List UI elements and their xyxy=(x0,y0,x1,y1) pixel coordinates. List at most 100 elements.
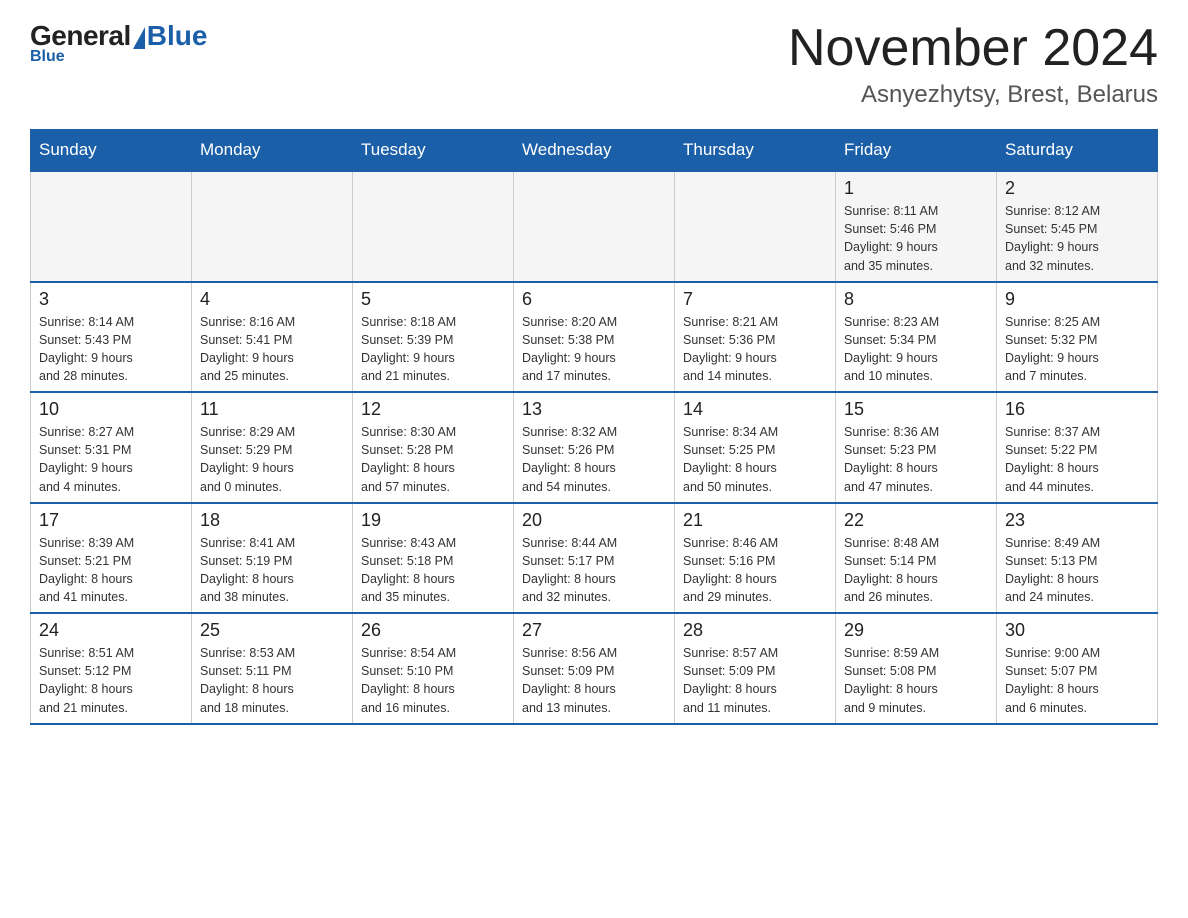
day-number: 9 xyxy=(1005,289,1149,310)
day-number: 18 xyxy=(200,510,344,531)
calendar-cell: 24Sunrise: 8:51 AMSunset: 5:12 PMDayligh… xyxy=(31,613,192,724)
weekday-header-friday: Friday xyxy=(836,130,997,172)
day-info: Sunrise: 8:48 AMSunset: 5:14 PMDaylight:… xyxy=(844,534,988,607)
weekday-header-wednesday: Wednesday xyxy=(514,130,675,172)
calendar-cell: 12 Sunrise: 8:30 AMSunset: 5:28 PMDayligh… xyxy=(353,392,514,503)
day-info: Sunrise: 8:43 AMSunset: 5:18 PMDaylight:… xyxy=(361,534,505,607)
weekday-header-row: SundayMondayTuesdayWednesdayThursdayFrid… xyxy=(31,130,1158,172)
day-number: 7 xyxy=(683,289,827,310)
calendar-cell: 18 Sunrise: 8:41 AMSunset: 5:19 PMDayligh… xyxy=(192,503,353,614)
logo-underline: Blue xyxy=(30,48,65,66)
calendar-cell: 13 Sunrise: 8:32 AMSunset: 5:26 PMDayligh… xyxy=(514,392,675,503)
calendar-cell: 7 Sunrise: 8:21 AMSunset: 5:36 PMDaylight… xyxy=(675,282,836,393)
week-row-1: 1Sunrise: 8:11 AMSunset: 5:46 PMDaylight… xyxy=(31,171,1158,282)
calendar-cell: 27 Sunrise: 8:56 AMSunset: 5:09 PMDayligh… xyxy=(514,613,675,724)
weekday-header-thursday: Thursday xyxy=(675,130,836,172)
day-number: 11 xyxy=(200,399,344,420)
calendar-cell: 14 Sunrise: 8:34 AMSunset: 5:25 PMDayligh… xyxy=(675,392,836,503)
day-info: Sunrise: 8:12 AMSunset: 5:45 PMDaylight:… xyxy=(1005,202,1149,275)
calendar-cell: 6 Sunrise: 8:20 AMSunset: 5:38 PMDaylight… xyxy=(514,282,675,393)
day-number: 13 xyxy=(522,399,666,420)
calendar-cell: 25 Sunrise: 8:53 AMSunset: 5:11 PMDayligh… xyxy=(192,613,353,724)
day-number: 19 xyxy=(361,510,505,531)
calendar-cell: 26 Sunrise: 8:54 AMSunset: 5:10 PMDayligh… xyxy=(353,613,514,724)
main-title: November 2024 xyxy=(788,20,1158,77)
week-row-3: 10 Sunrise: 8:27 AMSunset: 5:31 PMDayligh… xyxy=(31,392,1158,503)
calendar-cell: 17 Sunrise: 8:39 AMSunset: 5:21 PMDayligh… xyxy=(31,503,192,614)
day-number: 14 xyxy=(683,399,827,420)
day-info: Sunrise: 8:23 AMSunset: 5:34 PMDaylight:… xyxy=(844,313,988,386)
day-number: 17 xyxy=(39,510,183,531)
day-info: Sunrise: 8:20 AMSunset: 5:38 PMDaylight:… xyxy=(522,313,666,386)
day-info: Sunrise: 8:49 AMSunset: 5:13 PMDaylight:… xyxy=(1005,534,1149,607)
day-info: Sunrise: 8:46 AMSunset: 5:16 PMDaylight:… xyxy=(683,534,827,607)
day-number: 28 xyxy=(683,620,827,641)
day-number: 26 xyxy=(361,620,505,641)
weekday-header-sunday: Sunday xyxy=(31,130,192,172)
day-info: Sunrise: 8:36 AMSunset: 5:23 PMDaylight:… xyxy=(844,423,988,496)
week-row-2: 3Sunrise: 8:14 AMSunset: 5:43 PMDaylight… xyxy=(31,282,1158,393)
calendar-cell xyxy=(31,171,192,282)
calendar-cell: 21 Sunrise: 8:46 AMSunset: 5:16 PMDayligh… xyxy=(675,503,836,614)
day-info: Sunrise: 8:14 AMSunset: 5:43 PMDaylight:… xyxy=(39,313,183,386)
calendar-cell: 5Sunrise: 8:18 AMSunset: 5:39 PMDaylight… xyxy=(353,282,514,393)
calendar-cell: 20Sunrise: 8:44 AMSunset: 5:17 PMDayligh… xyxy=(514,503,675,614)
page-header: General Blue Blue November 2024 Asnyezhy… xyxy=(30,20,1158,109)
day-number: 23 xyxy=(1005,510,1149,531)
calendar-cell xyxy=(353,171,514,282)
calendar-cell: 28Sunrise: 8:57 AMSunset: 5:09 PMDayligh… xyxy=(675,613,836,724)
calendar-cell xyxy=(514,171,675,282)
calendar-cell: 16Sunrise: 8:37 AMSunset: 5:22 PMDayligh… xyxy=(997,392,1158,503)
day-info: Sunrise: 8:56 AMSunset: 5:09 PMDaylight:… xyxy=(522,644,666,717)
day-info: Sunrise: 8:16 AMSunset: 5:41 PMDaylight:… xyxy=(200,313,344,386)
day-number: 22 xyxy=(844,510,988,531)
calendar-cell: 19 Sunrise: 8:43 AMSunset: 5:18 PMDayligh… xyxy=(353,503,514,614)
title-block: November 2024 Asnyezhytsy, Brest, Belaru… xyxy=(788,20,1158,109)
day-number: 25 xyxy=(200,620,344,641)
day-number: 16 xyxy=(1005,399,1149,420)
day-info: Sunrise: 8:34 AMSunset: 5:25 PMDaylight:… xyxy=(683,423,827,496)
calendar-cell: 30Sunrise: 9:00 AMSunset: 5:07 PMDayligh… xyxy=(997,613,1158,724)
day-number: 12 xyxy=(361,399,505,420)
day-number: 10 xyxy=(39,399,183,420)
day-info: Sunrise: 8:39 AMSunset: 5:21 PMDaylight:… xyxy=(39,534,183,607)
calendar-cell: 8 Sunrise: 8:23 AMSunset: 5:34 PMDaylight… xyxy=(836,282,997,393)
calendar-cell: 29Sunrise: 8:59 AMSunset: 5:08 PMDayligh… xyxy=(836,613,997,724)
day-info: Sunrise: 8:21 AMSunset: 5:36 PMDaylight:… xyxy=(683,313,827,386)
calendar-cell: 4 Sunrise: 8:16 AMSunset: 5:41 PMDaylight… xyxy=(192,282,353,393)
calendar-cell: 2 Sunrise: 8:12 AMSunset: 5:45 PMDaylight… xyxy=(997,171,1158,282)
day-number: 27 xyxy=(522,620,666,641)
calendar-cell xyxy=(192,171,353,282)
calendar-cell: 11 Sunrise: 8:29 AMSunset: 5:29 PMDayligh… xyxy=(192,392,353,503)
calendar-cell xyxy=(675,171,836,282)
day-number: 2 xyxy=(1005,178,1149,199)
day-info: Sunrise: 8:59 AMSunset: 5:08 PMDaylight:… xyxy=(844,644,988,717)
day-number: 21 xyxy=(683,510,827,531)
day-info: Sunrise: 8:30 AMSunset: 5:28 PMDaylight:… xyxy=(361,423,505,496)
day-number: 8 xyxy=(844,289,988,310)
day-info: Sunrise: 8:25 AMSunset: 5:32 PMDaylight:… xyxy=(1005,313,1149,386)
day-number: 4 xyxy=(200,289,344,310)
day-number: 6 xyxy=(522,289,666,310)
day-info: Sunrise: 8:29 AMSunset: 5:29 PMDaylight:… xyxy=(200,423,344,496)
week-row-4: 17 Sunrise: 8:39 AMSunset: 5:21 PMDayligh… xyxy=(31,503,1158,614)
subtitle: Asnyezhytsy, Brest, Belarus xyxy=(788,81,1158,109)
week-row-5: 24Sunrise: 8:51 AMSunset: 5:12 PMDayligh… xyxy=(31,613,1158,724)
day-info: Sunrise: 8:54 AMSunset: 5:10 PMDaylight:… xyxy=(361,644,505,717)
logo-blue-text: Blue xyxy=(147,20,208,52)
day-info: Sunrise: 8:44 AMSunset: 5:17 PMDaylight:… xyxy=(522,534,666,607)
calendar-cell: 23 Sunrise: 8:49 AMSunset: 5:13 PMDayligh… xyxy=(997,503,1158,614)
day-info: Sunrise: 8:53 AMSunset: 5:11 PMDaylight:… xyxy=(200,644,344,717)
day-number: 1 xyxy=(844,178,988,199)
weekday-header-saturday: Saturday xyxy=(997,130,1158,172)
calendar-cell: 10 Sunrise: 8:27 AMSunset: 5:31 PMDayligh… xyxy=(31,392,192,503)
day-info: Sunrise: 8:41 AMSunset: 5:19 PMDaylight:… xyxy=(200,534,344,607)
logo-triangle-icon xyxy=(133,27,145,49)
calendar-table: SundayMondayTuesdayWednesdayThursdayFrid… xyxy=(30,129,1158,725)
calendar-cell: 9 Sunrise: 8:25 AMSunset: 5:32 PMDaylight… xyxy=(997,282,1158,393)
calendar-cell: 22 Sunrise: 8:48 AMSunset: 5:14 PMDayligh… xyxy=(836,503,997,614)
weekday-header-tuesday: Tuesday xyxy=(353,130,514,172)
calendar-cell: 3Sunrise: 8:14 AMSunset: 5:43 PMDaylight… xyxy=(31,282,192,393)
day-info: Sunrise: 8:32 AMSunset: 5:26 PMDaylight:… xyxy=(522,423,666,496)
day-info: Sunrise: 8:27 AMSunset: 5:31 PMDaylight:… xyxy=(39,423,183,496)
